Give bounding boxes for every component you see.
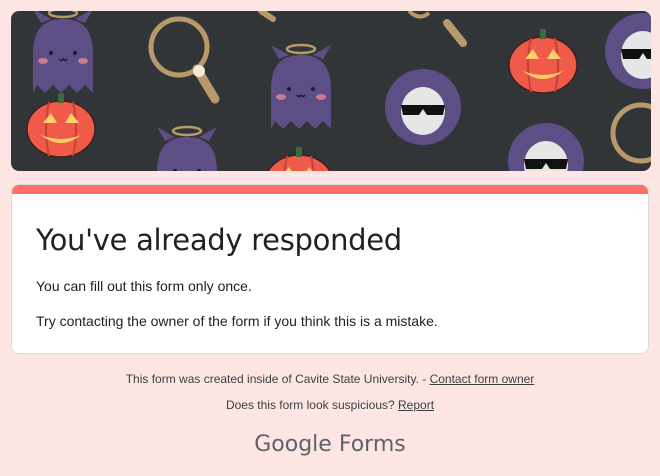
page-title: You've already responded [36,223,402,257]
card-accent-bar [12,185,648,194]
header-banner [11,11,651,171]
footer-suspicious: Does this form look suspicious? Report [0,398,660,412]
message-once: You can fill out this form only once. [36,278,252,294]
suspicious-text: Does this form look suspicious? [225,398,399,412]
report-link[interactable]: Report [398,398,434,412]
message-contact-owner: Try contacting the owner of the form if … [36,313,438,329]
brand-forms: Forms [338,432,406,457]
response-card: You've already responded You can fill ou… [11,184,649,354]
brand-google: Google [254,432,332,457]
halloween-pattern-image [26,11,651,171]
created-text: This form was created inside of Cavite S… [125,372,430,386]
footer-created-info: This form was created inside of Cavite S… [0,372,660,386]
contact-owner-link[interactable]: Contact form owner [430,372,535,386]
google-forms-logo[interactable]: Google Forms [0,432,660,457]
